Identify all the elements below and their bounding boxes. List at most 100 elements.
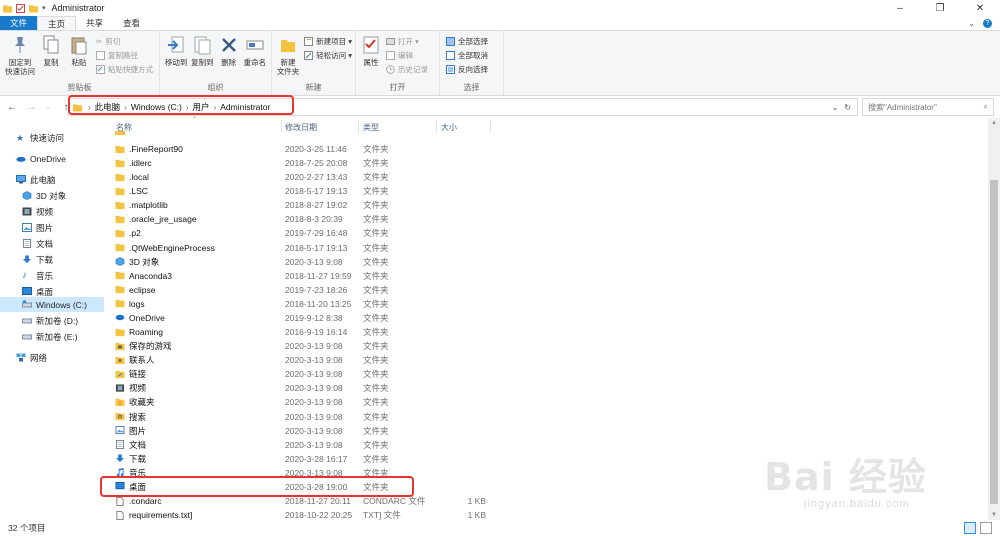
chevron-down-icon[interactable]: ▾ [42,4,46,12]
sidebar-item-quick-access[interactable]: ★ 快速访问 [0,130,104,145]
sidebar-item-label: 桌面 [36,286,54,297]
file-row[interactable]: .condarc 2018-11-27 20:11 CONDARC 文件 1 KB [114,494,494,508]
new-folder-icon[interactable] [29,4,38,13]
edit-button[interactable]: 编辑 [386,49,428,61]
file-row[interactable]: .QtWebEngineProcess 2018-5-17 19:13 文件夹 [114,241,494,255]
file-row[interactable]: 图片 2020-3-13 9:08 文件夹 [114,424,494,438]
tab-view[interactable]: 查看 [113,16,150,30]
file-row[interactable]: 下载 2020-3-28 16:17 文件夹 [114,452,494,466]
large-icons-view-icon[interactable] [980,522,992,534]
sidebar-item-network[interactable]: 网络 [0,350,104,365]
sidebar-item-this-pc[interactable]: 此电脑 [0,172,104,187]
file-row[interactable]: .LSC 2018-5-17 19:13 文件夹 [114,184,494,198]
scroll-down-arrow-icon[interactable]: ▼ [988,512,1000,518]
ribbon: 固定到 快速访问 复制 粘贴 ✂ 剪切 复制路径 粘贴快捷方式 剪贴板 移动到 复… [0,30,1000,96]
file-modified-date: 2018-5-17 19:13 [285,186,348,197]
properties-check-icon[interactable] [16,3,25,13]
music-icon: ♪ [22,270,27,281]
recent-locations-chevron-icon[interactable]: ⌄ [41,103,55,111]
cut-button[interactable]: ✂ 剪切 [96,35,153,47]
file-name: OneDrive [129,312,165,323]
sidebar-item-documents[interactable]: 文档 [0,236,104,251]
back-arrow-icon[interactable]: ← [5,102,19,113]
address-history-chevron-icon[interactable]: ⌄ [832,103,839,112]
help-icon[interactable]: ? [983,18,992,28]
file-row[interactable]: 收藏夹 2020-3-13 9:08 文件夹 [114,395,494,409]
file-row[interactable]: .matplotlib 2018-8-27 19:02 文件夹 [114,198,494,212]
file-row[interactable]: 音乐 2020-3-13 9:08 文件夹 [114,466,494,480]
search-input[interactable]: 搜索"Administrator" ⌕ [862,98,994,116]
file-row[interactable]: Roaming 2016-9-19 16:14 文件夹 [114,325,494,339]
copy-path-button[interactable]: 复制路径 [96,49,153,61]
select-group: 全部选择 全部取消 反向选择 选择 [440,31,504,95]
file-row[interactable]: 3D 对象 2020-3-13 9:08 文件夹 [114,255,494,269]
sidebar-item-3d-objects[interactable]: 3D 对象 [0,188,104,203]
file-row[interactable]: OneDrive 2019-9-12 8:38 文件夹 [114,311,494,325]
sidebar-item-drive-d[interactable]: 新加卷 (D:) [0,313,104,328]
file-row[interactable]: .oracle_jre_usage 2018-8-3 20:39 文件夹 [114,212,494,226]
search-icon[interactable]: ⌕ [984,102,988,112]
file-row[interactable]: 链接 2020-3-13 9:08 文件夹 [114,367,494,381]
sidebar-item-music[interactable]: ♪ 音乐 [0,268,104,283]
new-item-button[interactable]: 新建项目 ▾ [304,35,352,47]
file-type: 文件夹 [363,284,389,295]
file-name: eclipse [129,284,156,295]
sidebar-item-videos[interactable]: 视频 [0,204,104,219]
breadcrumb-administrator[interactable]: Administrator [216,102,274,112]
invert-selection-button[interactable]: 反向选择 [446,63,488,75]
history-button[interactable]: 历史记录 [386,63,428,75]
scroll-up-arrow-icon[interactable]: ▲ [988,120,1000,126]
file-name: 3D 对象 [129,256,160,267]
clipboard-group-label: 剪贴板 [67,83,92,92]
easy-access-button[interactable]: 轻松访问 ▾ [304,49,352,61]
refresh-icon[interactable]: ↻ [844,103,851,112]
file-row[interactable]: .idlerc 2018-7-25 20:08 文件夹 [114,156,494,170]
tab-home[interactable]: 主页 [37,16,77,30]
file-row[interactable]: .p2 2019-7-29 16:48 文件夹 [114,226,494,240]
file-row[interactable]: 文档 2020-3-13 9:08 文件夹 [114,438,494,452]
file-row[interactable]: logs 2018-11-20 13:25 文件夹 [114,297,494,311]
folder-icon [115,145,125,153]
file-type: 文件夹 [363,467,389,478]
sidebar-item-label: 网络 [30,352,48,363]
tab-share[interactable]: 共享 [76,16,113,30]
file-row[interactable]: 桌面 2020-3-28 19:00 文件夹 [114,480,494,494]
scrollbar-thumb[interactable] [990,180,998,504]
open-button[interactable]: 打开 ▾ [386,35,428,47]
file-type: 文件夹 [363,383,389,394]
file-row[interactable]: eclipse 2019-7-23 18:26 文件夹 [114,283,494,297]
vertical-scrollbar[interactable]: ▲ ▼ [988,118,1000,520]
download-icon [22,255,32,264]
new-group: 新建 文件夹 新建项目 ▾ 轻松访问 ▾ 新建 [272,31,356,95]
breadcrumb-this-pc[interactable]: 此电脑 [91,101,125,113]
close-button[interactable]: ✕ [960,0,1000,16]
breadcrumb-users[interactable]: 用户 [189,101,214,113]
sidebar-item-onedrive[interactable]: OneDrive [0,151,104,166]
file-name: .p2 [129,228,141,239]
minimize-button[interactable]: – [880,0,920,16]
file-name: .condarc [129,496,162,506]
file-row[interactable]: .local 2020-2-27 13:43 文件夹 [114,170,494,184]
sidebar-item-downloads[interactable]: 下载 [0,252,104,267]
select-all-button[interactable]: 全部选择 [446,35,488,47]
breadcrumb-windows-c[interactable]: Windows (C:) [127,102,186,112]
sidebar-item-windows-c[interactable]: Windows (C:) [0,297,104,312]
details-view-icon[interactable] [964,522,976,534]
file-modified-date: 2018-11-27 20:11 [285,496,351,506]
sidebar-item-pictures[interactable]: 图片 [0,220,104,235]
file-row[interactable]: 搜索 2020-3-13 9:08 文件夹 [114,410,494,424]
sidebar-item-drive-e[interactable]: 新加卷 (E:) [0,329,104,344]
chevron-down-icon[interactable]: ⌄ [968,19,975,28]
file-size: 1 KB [467,510,486,521]
maximize-button[interactable]: ❐ [920,0,960,16]
address-bar[interactable]: › 此电脑 › Windows (C:) › 用户 › Administrato… [68,98,858,116]
file-row[interactable]: .FineReport90 2020-3-25 11:46 文件夹 [114,142,494,156]
tab-file[interactable]: 文件 [0,16,38,30]
file-row[interactable]: Anaconda3 2018-11-27 19:59 文件夹 [114,269,494,283]
file-row[interactable]: 视频 2020-3-13 9:08 文件夹 [114,381,494,395]
paste-shortcut-button[interactable]: 粘贴快捷方式 [96,63,153,75]
select-none-button[interactable]: 全部取消 [446,49,488,61]
file-row[interactable]: 保存的游戏 2020-3-13 9:08 文件夹 [114,339,494,353]
file-row[interactable]: 联系人 2020-3-13 9:08 文件夹 [114,353,494,367]
forward-arrow-icon[interactable]: → [25,102,39,113]
